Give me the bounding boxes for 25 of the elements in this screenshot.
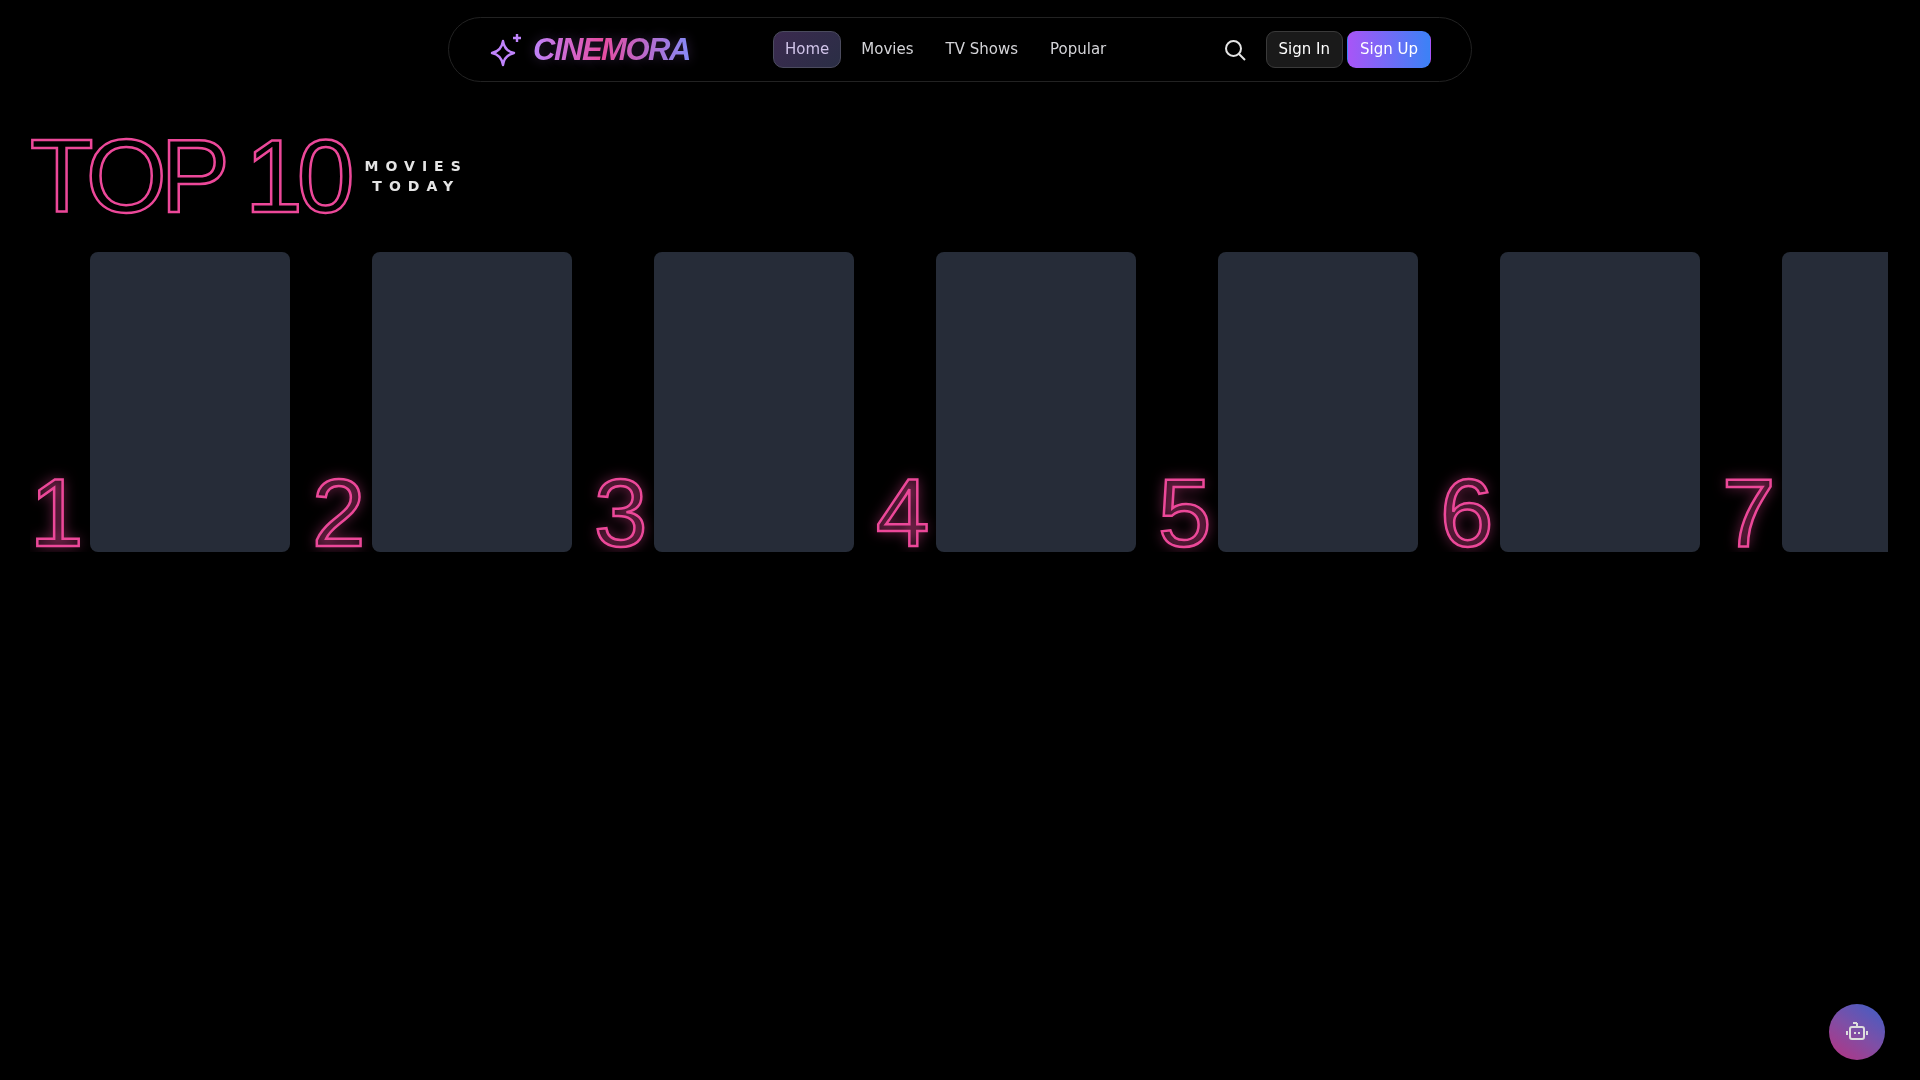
nav-tab[interactable]: TV Shows: [933, 31, 1030, 68]
rank-number: 7: [1722, 475, 1777, 552]
rank-number: 5: [1158, 475, 1213, 552]
rank-number: 6: [1440, 475, 1495, 552]
nav-tab[interactable]: Home: [773, 31, 842, 68]
search-icon[interactable]: [1223, 38, 1246, 61]
sign-up-button[interactable]: Sign Up: [1347, 31, 1431, 68]
assistant-button[interactable]: [1829, 1004, 1885, 1060]
sign-in-button[interactable]: Sign In: [1265, 31, 1343, 68]
poster-placeholder[interactable]: [90, 252, 290, 552]
poster-placeholder[interactable]: [936, 252, 1136, 552]
rank-number: 2: [312, 475, 367, 552]
poster-placeholder[interactable]: [1500, 252, 1700, 552]
rank-number: 4: [876, 475, 931, 552]
rank-number: 3: [594, 475, 649, 552]
rank-number: 1: [30, 475, 85, 552]
poster-placeholder[interactable]: [372, 252, 572, 552]
nav-tab[interactable]: Popular: [1038, 31, 1119, 68]
section-subtitle: MOVIES: [364, 157, 468, 176]
section-subtitle: TODAY: [371, 177, 462, 196]
nav-tab[interactable]: Movies: [849, 31, 926, 68]
top-ten-title: TOP 10: [30, 124, 349, 228]
robot-icon: [1846, 1022, 1868, 1042]
poster-placeholder[interactable]: [654, 252, 854, 552]
poster-placeholder[interactable]: [1218, 252, 1418, 552]
